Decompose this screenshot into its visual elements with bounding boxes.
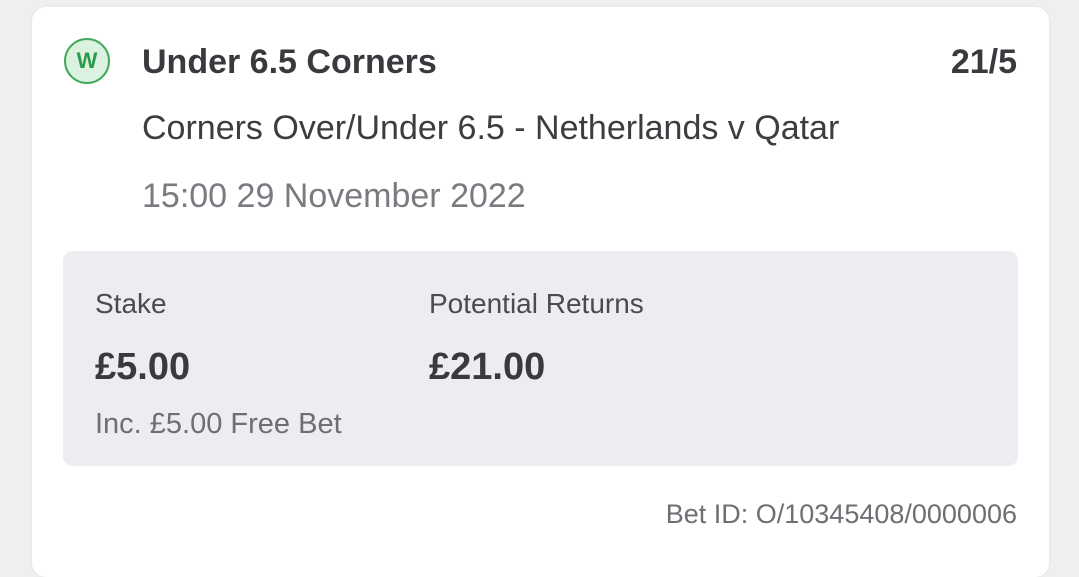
stake-amount: £5.00 xyxy=(95,346,191,388)
free-bet-note: Inc. £5.00 Free Bet xyxy=(95,408,342,440)
won-status-badge: W xyxy=(64,38,110,84)
bet-summary-panel: Stake £5.00 Inc. £5.00 Free Bet Potentia… xyxy=(63,251,1018,466)
odds-value: 21/5 xyxy=(950,43,1017,81)
market-description: Corners Over/Under 6.5 - Netherlands v Q… xyxy=(142,109,840,147)
bet-card: W Under 6.5 Corners 21/5 Corners Over/Un… xyxy=(32,7,1049,577)
potential-returns-label: Potential Returns xyxy=(429,288,644,319)
bet-id: Bet ID: O/10345408/0000006 xyxy=(665,499,1017,529)
potential-returns-amount: £21.00 xyxy=(429,346,546,388)
selection-title: Under 6.5 Corners xyxy=(142,43,437,81)
event-datetime: 15:00 29 November 2022 xyxy=(142,177,526,215)
stake-label: Stake xyxy=(95,288,167,319)
